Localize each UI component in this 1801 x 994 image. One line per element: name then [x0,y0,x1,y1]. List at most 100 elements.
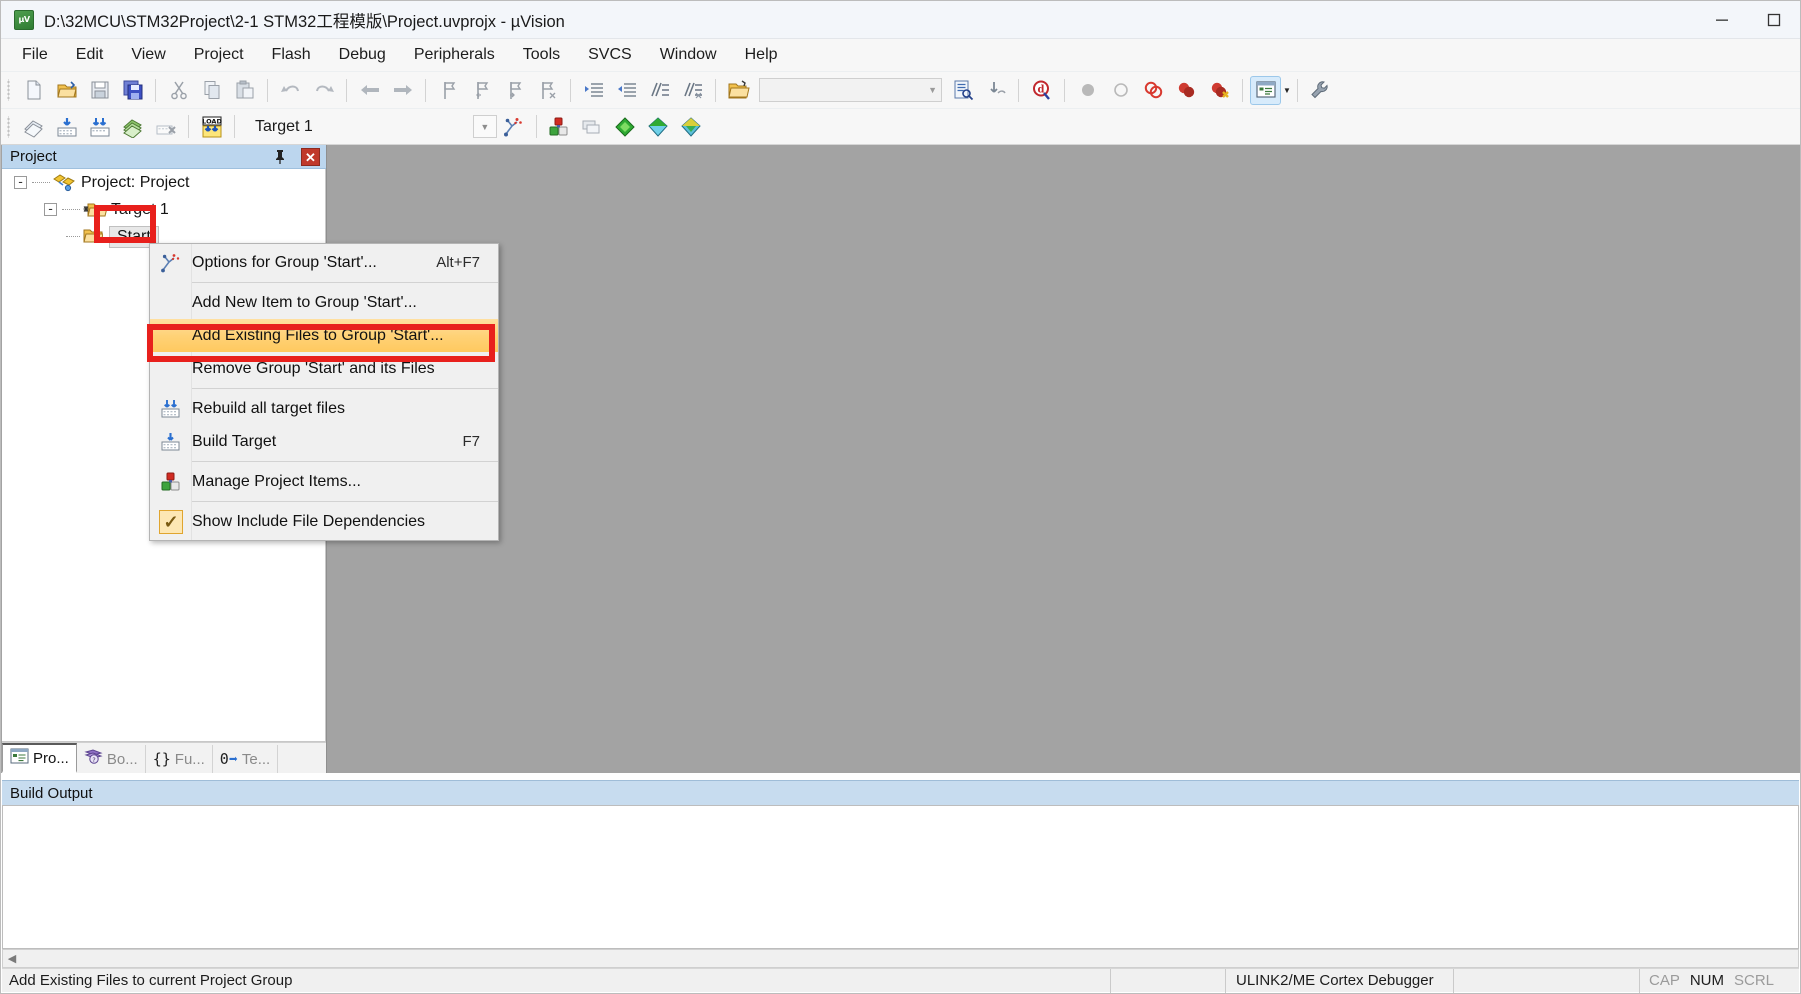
pin-icon[interactable] [270,147,290,167]
svg-text:?: ? [92,756,95,764]
tree-node-label: Project: Project [81,173,190,191]
paste-icon[interactable] [229,76,260,105]
bookmark-prev-icon[interactable] [466,76,497,105]
copy-icon[interactable] [196,76,227,105]
navigate-back-icon[interactable] [354,76,385,105]
toolbar-separator [425,78,426,102]
menu-help[interactable]: Help [732,42,791,68]
books-icon: ? [84,748,103,770]
tab-project[interactable]: Pro... [2,743,77,773]
tab-books[interactable]: ? Bo... [77,745,146,773]
target-selector-label[interactable]: Target 1 [255,118,313,136]
menu-item-add-new-item[interactable]: Add New Item to Group 'Start'... [150,286,498,319]
target-options-icon[interactable] [498,112,529,141]
expander-icon[interactable]: - [44,203,57,216]
menu-tools[interactable]: Tools [510,42,573,68]
tab-functions[interactable]: {} Fu... [146,745,213,773]
menu-item-label: Build Target [192,432,277,450]
redo-icon[interactable] [308,76,339,105]
stop-build-icon[interactable] [150,112,181,141]
disable-all-breakpoints-icon[interactable] [1171,76,1202,105]
bookmark-toggle-icon[interactable] [433,76,464,105]
status-bar: Add Existing Files to current Project Gr… [2,968,1799,993]
incremental-find-icon[interactable] [980,76,1011,105]
indicator-num: NUM [1689,972,1725,989]
comment-icon[interactable] [644,76,675,105]
debug-search-icon[interactable]: d [1026,76,1057,105]
menu-item-rebuild-all[interactable]: Rebuild all target files [150,392,498,425]
undo-icon[interactable] [275,76,306,105]
menu-window[interactable]: Window [647,42,730,68]
kill-all-breakpoints-icon[interactable] [1138,76,1169,105]
menu-separator [192,501,498,502]
menu-item-label: Remove Group 'Start' and its Files [192,359,435,377]
build-icon[interactable] [51,112,82,141]
configure-icon[interactable] [1305,76,1336,105]
translate-icon[interactable] [18,112,49,141]
batch-build-icon[interactable] [117,112,148,141]
find-in-files-icon[interactable] [947,76,978,105]
open-folder-icon[interactable] [723,76,754,105]
search-input[interactable]: ▼ [759,78,942,102]
open-file-icon[interactable] [51,76,82,105]
build-output-scrollbar[interactable]: ◀ [2,949,1799,968]
toolbar-grip[interactable] [5,79,13,101]
menu-project[interactable]: Project [181,42,257,68]
minimize-icon[interactable] [1696,1,1748,39]
tree-node-target[interactable]: - Target 1 [2,196,325,223]
menu-item-options-for-group[interactable]: Options for Group 'Start'... Alt+F7 [150,246,498,279]
toolbar-separator [535,115,537,138]
menu-item-label: Manage Project Items... [192,472,361,490]
disable-breakpoint-icon[interactable] [1105,76,1136,105]
menu-view[interactable]: View [118,42,178,68]
navigate-forward-icon[interactable] [387,76,418,105]
rebuild-icon[interactable] [84,112,115,141]
cut-icon[interactable] [163,76,194,105]
build-output-header: Build Output [2,780,1799,805]
project-window-icon [10,748,29,769]
expander-icon[interactable]: - [14,176,27,189]
close-icon[interactable]: ✕ [301,148,320,166]
manage-run-time-env-icon[interactable] [610,112,641,141]
menu-debug[interactable]: Debug [326,42,399,68]
menu-item-manage-project-items[interactable]: Manage Project Items... [150,465,498,498]
tab-templates[interactable]: 0➡ Te... [213,745,279,773]
toolbar-separator [346,78,347,102]
menu-item-show-include-dependencies[interactable]: ✓ Show Include File Dependencies [150,505,498,538]
menu-item-remove-group[interactable]: Remove Group 'Start' and its Files [150,352,498,385]
download-icon[interactable]: LOAD [196,112,227,141]
target-folder-icon [83,200,108,219]
insert-breakpoint-icon[interactable] [1072,76,1103,105]
scroll-left-icon[interactable]: ◀ [3,952,21,965]
menu-item-build-target[interactable]: Build Target F7 [150,425,498,458]
menu-item-add-existing-files[interactable]: Add Existing Files to Group 'Start'... [150,319,498,352]
uncomment-icon[interactable] [677,76,708,105]
bookmark-next-icon[interactable] [499,76,530,105]
menu-flash[interactable]: Flash [259,42,324,68]
build-output-body[interactable] [2,805,1799,949]
project-panel-title: Project [10,148,57,165]
menu-peripherals[interactable]: Peripherals [401,42,508,68]
menu-file[interactable]: File [9,42,61,68]
save-all-icon[interactable] [117,76,148,105]
save-icon[interactable] [84,76,115,105]
target-dropdown-button[interactable]: ▼ [472,115,497,138]
tree-node-project[interactable]: - Project: Project [2,169,325,196]
manage-project-items-icon[interactable] [544,112,575,141]
menu-svcs[interactable]: SVCS [575,42,645,68]
chevron-down-icon[interactable]: ▼ [1283,86,1291,95]
chevron-down-icon[interactable]: ▼ [928,85,937,95]
new-file-icon[interactable] [18,76,49,105]
bookmark-clear-icon[interactable] [532,76,563,105]
manage-multi-project-icon[interactable] [577,112,608,141]
indent-icon[interactable] [578,76,609,105]
maximize-icon[interactable] [1748,1,1800,39]
manage-components-icon[interactable] [676,112,707,141]
pack-installer-icon[interactable] [643,112,674,141]
menu-edit[interactable]: Edit [63,42,117,68]
toolbar-grip[interactable] [5,115,13,138]
manage-windows-icon[interactable] [1250,75,1281,105]
checkbox-checked[interactable]: ✓ [159,509,183,534]
clear-breakpoints-icon[interactable] [1204,76,1235,105]
outdent-icon[interactable] [611,76,642,105]
